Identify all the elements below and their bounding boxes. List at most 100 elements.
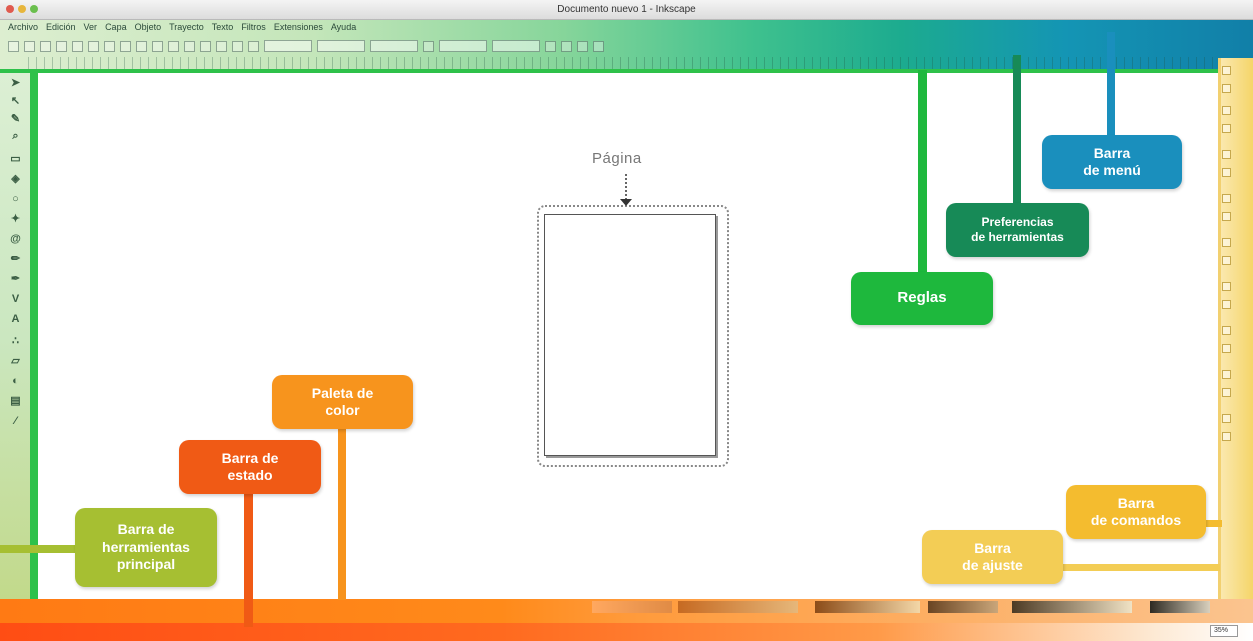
menu-edicion[interactable]: Edición [46,22,76,32]
toolbar-button[interactable] [88,40,99,52]
toolbar-button[interactable] [545,40,556,52]
menu-texto[interactable]: Texto [212,22,234,32]
fill-stroke-icon[interactable] [1222,370,1231,379]
toolbar-button[interactable] [40,40,51,52]
color-swatch[interactable] [678,601,798,613]
toolbar-button[interactable] [120,40,131,52]
width-field[interactable] [370,40,418,52]
menu-capa[interactable]: Capa [105,22,127,32]
units-select[interactable] [492,40,540,52]
menu-archivo[interactable]: Archivo [8,22,38,32]
x-field[interactable] [264,40,312,52]
spray-tool-icon[interactable]: ∴ [9,334,22,347]
ellipse-tool-icon[interactable]: ○ [9,192,22,205]
callout-palette-line2: color [325,402,360,418]
text-font-icon[interactable] [1222,388,1231,397]
callout-palette-line1: Paleta de [311,384,374,401]
pen-tool-icon[interactable]: ✒ [9,272,22,285]
color-swatch[interactable] [1012,601,1132,613]
tweak-tool-icon[interactable]: ✎ [9,112,22,125]
callout-menu-bar: Barra de menú [1042,135,1182,189]
callout-toolbox-line3: principal [116,556,176,573]
text-tool-icon[interactable]: A [9,312,22,325]
save-icon[interactable] [1222,106,1231,115]
toolbar-button[interactable] [216,40,227,52]
snap-connector [1060,564,1220,571]
zoom-tool-icon[interactable]: ⌕ [9,130,22,143]
color-swatch[interactable] [592,601,672,613]
callout-rulers: Reglas [851,272,993,325]
menu-ayuda[interactable]: Ayuda [331,22,356,32]
select-tool-icon[interactable]: ➤ [9,76,22,89]
toolbar-button[interactable] [184,40,195,52]
ruler-frame-left[interactable] [30,69,38,599]
toolbar-button[interactable] [8,40,19,52]
color-swatch[interactable] [1150,601,1210,613]
callout-commands-line1: Barra [1117,494,1155,511]
print-icon[interactable] [1222,124,1231,133]
spiral-tool-icon[interactable]: @ [9,232,22,245]
bucket-tool-icon[interactable]: ◐ [9,374,22,387]
menu-ver[interactable]: Ver [84,22,98,32]
gradient-tool-icon[interactable]: ▤ [9,394,22,407]
window-titlebar: Documento nuevo 1 - Inkscape [0,0,1253,20]
callout-tool-prefs-line1: Preferencias [981,215,1054,229]
undo-icon[interactable] [1222,194,1231,203]
import-icon[interactable] [1222,150,1231,159]
3dbox-tool-icon[interactable]: ◈ [9,172,22,185]
align-icon[interactable] [1222,432,1231,441]
callout-snap-line1: Barra [974,539,1011,556]
toolbar-button[interactable] [136,40,147,52]
toolbar-button[interactable] [168,40,179,52]
toolbar-button[interactable] [577,40,588,52]
callout-status-line1: Barra de [221,449,279,466]
menu-extensiones[interactable]: Extensiones [274,22,323,32]
toolbar-button[interactable] [200,40,211,52]
open-icon[interactable] [1222,84,1231,93]
palette-connector [338,428,346,600]
lock-icon[interactable] [423,40,434,52]
rect-tool-icon[interactable]: ▭ [9,152,22,165]
toolbar-button[interactable] [72,40,83,52]
dropper-tool-icon[interactable]: ⁄ [9,414,22,427]
redo-icon[interactable] [1222,212,1231,221]
calligraphy-tool-icon[interactable]: V [9,292,22,305]
horizontal-ruler[interactable] [28,57,1218,69]
paste-icon[interactable] [1222,256,1231,265]
copy-icon[interactable] [1222,238,1231,247]
toolbar-button[interactable] [152,40,163,52]
callout-rulers-label: Reglas [897,289,947,307]
y-field[interactable] [317,40,365,52]
menu-trayecto[interactable]: Trayecto [169,22,204,32]
toolbar-button[interactable] [248,40,259,52]
export-icon[interactable] [1222,168,1231,177]
pencil-tool-icon[interactable]: ✏ [9,252,22,265]
zoom-field[interactable]: 35% [1210,625,1238,637]
color-swatch[interactable] [815,601,920,613]
xml-editor-icon[interactable] [1222,414,1231,423]
menu-objeto[interactable]: Objeto [135,22,162,32]
document-page[interactable] [544,214,716,456]
toolbar-button[interactable] [24,40,35,52]
menu-filtros[interactable]: Filtros [241,22,266,32]
ungroup-icon[interactable] [1222,344,1231,353]
toolbar-button[interactable] [561,40,572,52]
zoom-page-icon[interactable] [1222,300,1231,309]
tool-controls-bar [8,38,604,54]
toolbar-button[interactable] [104,40,115,52]
height-field[interactable] [439,40,487,52]
star-tool-icon[interactable]: ✦ [9,212,22,225]
toolbar-button[interactable] [232,40,243,52]
color-swatch[interactable] [928,601,998,613]
toolbar-button[interactable] [593,40,604,52]
menu-bar-connector [1107,32,1115,138]
new-doc-icon[interactable] [1222,66,1231,75]
node-tool-icon[interactable]: ↖ [9,94,22,107]
status-connector [244,492,253,627]
zoom-fit-icon[interactable] [1222,282,1231,291]
group-icon[interactable] [1222,326,1231,335]
menu-bar: Archivo Edición Ver Capa Objeto Trayecto… [8,22,356,32]
page-pointer-line [625,174,627,200]
eraser-tool-icon[interactable]: ▱ [9,354,22,367]
toolbar-button[interactable] [56,40,67,52]
